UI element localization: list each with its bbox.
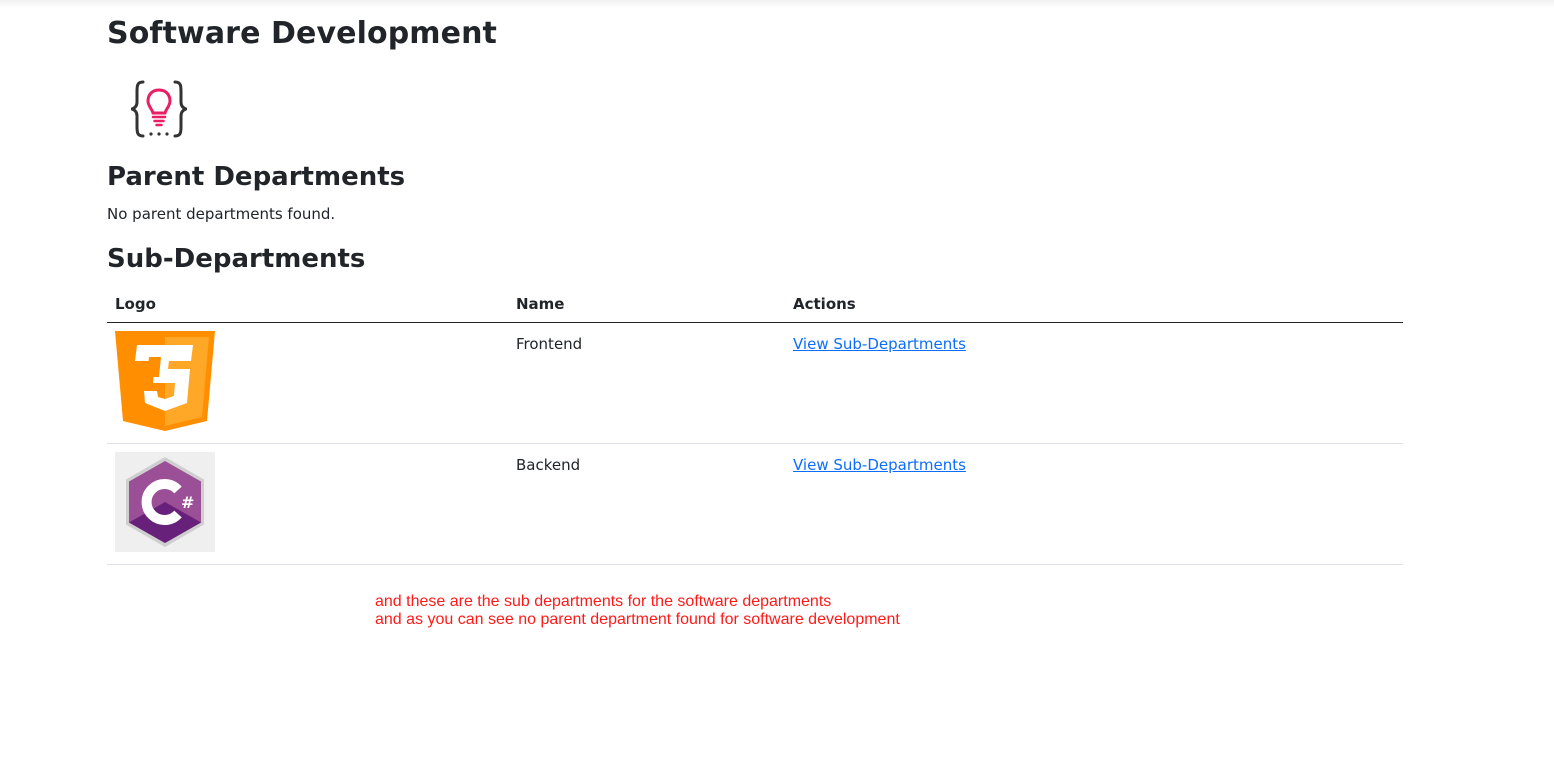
view-sub-departments-link[interactable]: View Sub-Departments — [793, 456, 966, 474]
css3-icon — [115, 331, 215, 431]
view-sub-departments-link[interactable]: View Sub-Departments — [793, 335, 966, 353]
name-cell: Backend — [508, 443, 785, 565]
column-header-name: Name — [508, 286, 785, 323]
column-header-actions: Actions — [785, 286, 1403, 323]
column-header-logo: Logo — [107, 286, 508, 323]
table-row: # Backend View Sub-Departments — [107, 443, 1403, 565]
table-row: Frontend View Sub-Departments — [107, 322, 1403, 444]
svg-text:#: # — [181, 493, 194, 512]
parent-departments-heading: Parent Departments — [107, 162, 406, 192]
logo-cell: # — [107, 443, 508, 565]
sub-departments-table: Logo Name Actions Frontend View Sub-Depa… — [107, 286, 1403, 565]
logo-cell — [107, 322, 508, 444]
lightbulb-braces-icon — [131, 80, 187, 138]
annotation-line: and as you can see no parent department … — [375, 611, 900, 628]
top-shadow — [0, 0, 1554, 8]
actions-cell: View Sub-Departments — [785, 322, 1403, 444]
sub-departments-heading: Sub-Departments — [107, 244, 366, 274]
annotation-note: and these are the sub departments for th… — [375, 593, 900, 629]
actions-cell: View Sub-Departments — [785, 443, 1403, 565]
csharp-icon: # — [115, 452, 215, 552]
table-header-row: Logo Name Actions — [107, 286, 1403, 323]
no-parents-message: No parent departments found. — [107, 205, 336, 223]
page-title: Software Development — [107, 16, 497, 51]
name-cell: Frontend — [508, 322, 785, 444]
annotation-line: and these are the sub departments for th… — [375, 593, 832, 610]
